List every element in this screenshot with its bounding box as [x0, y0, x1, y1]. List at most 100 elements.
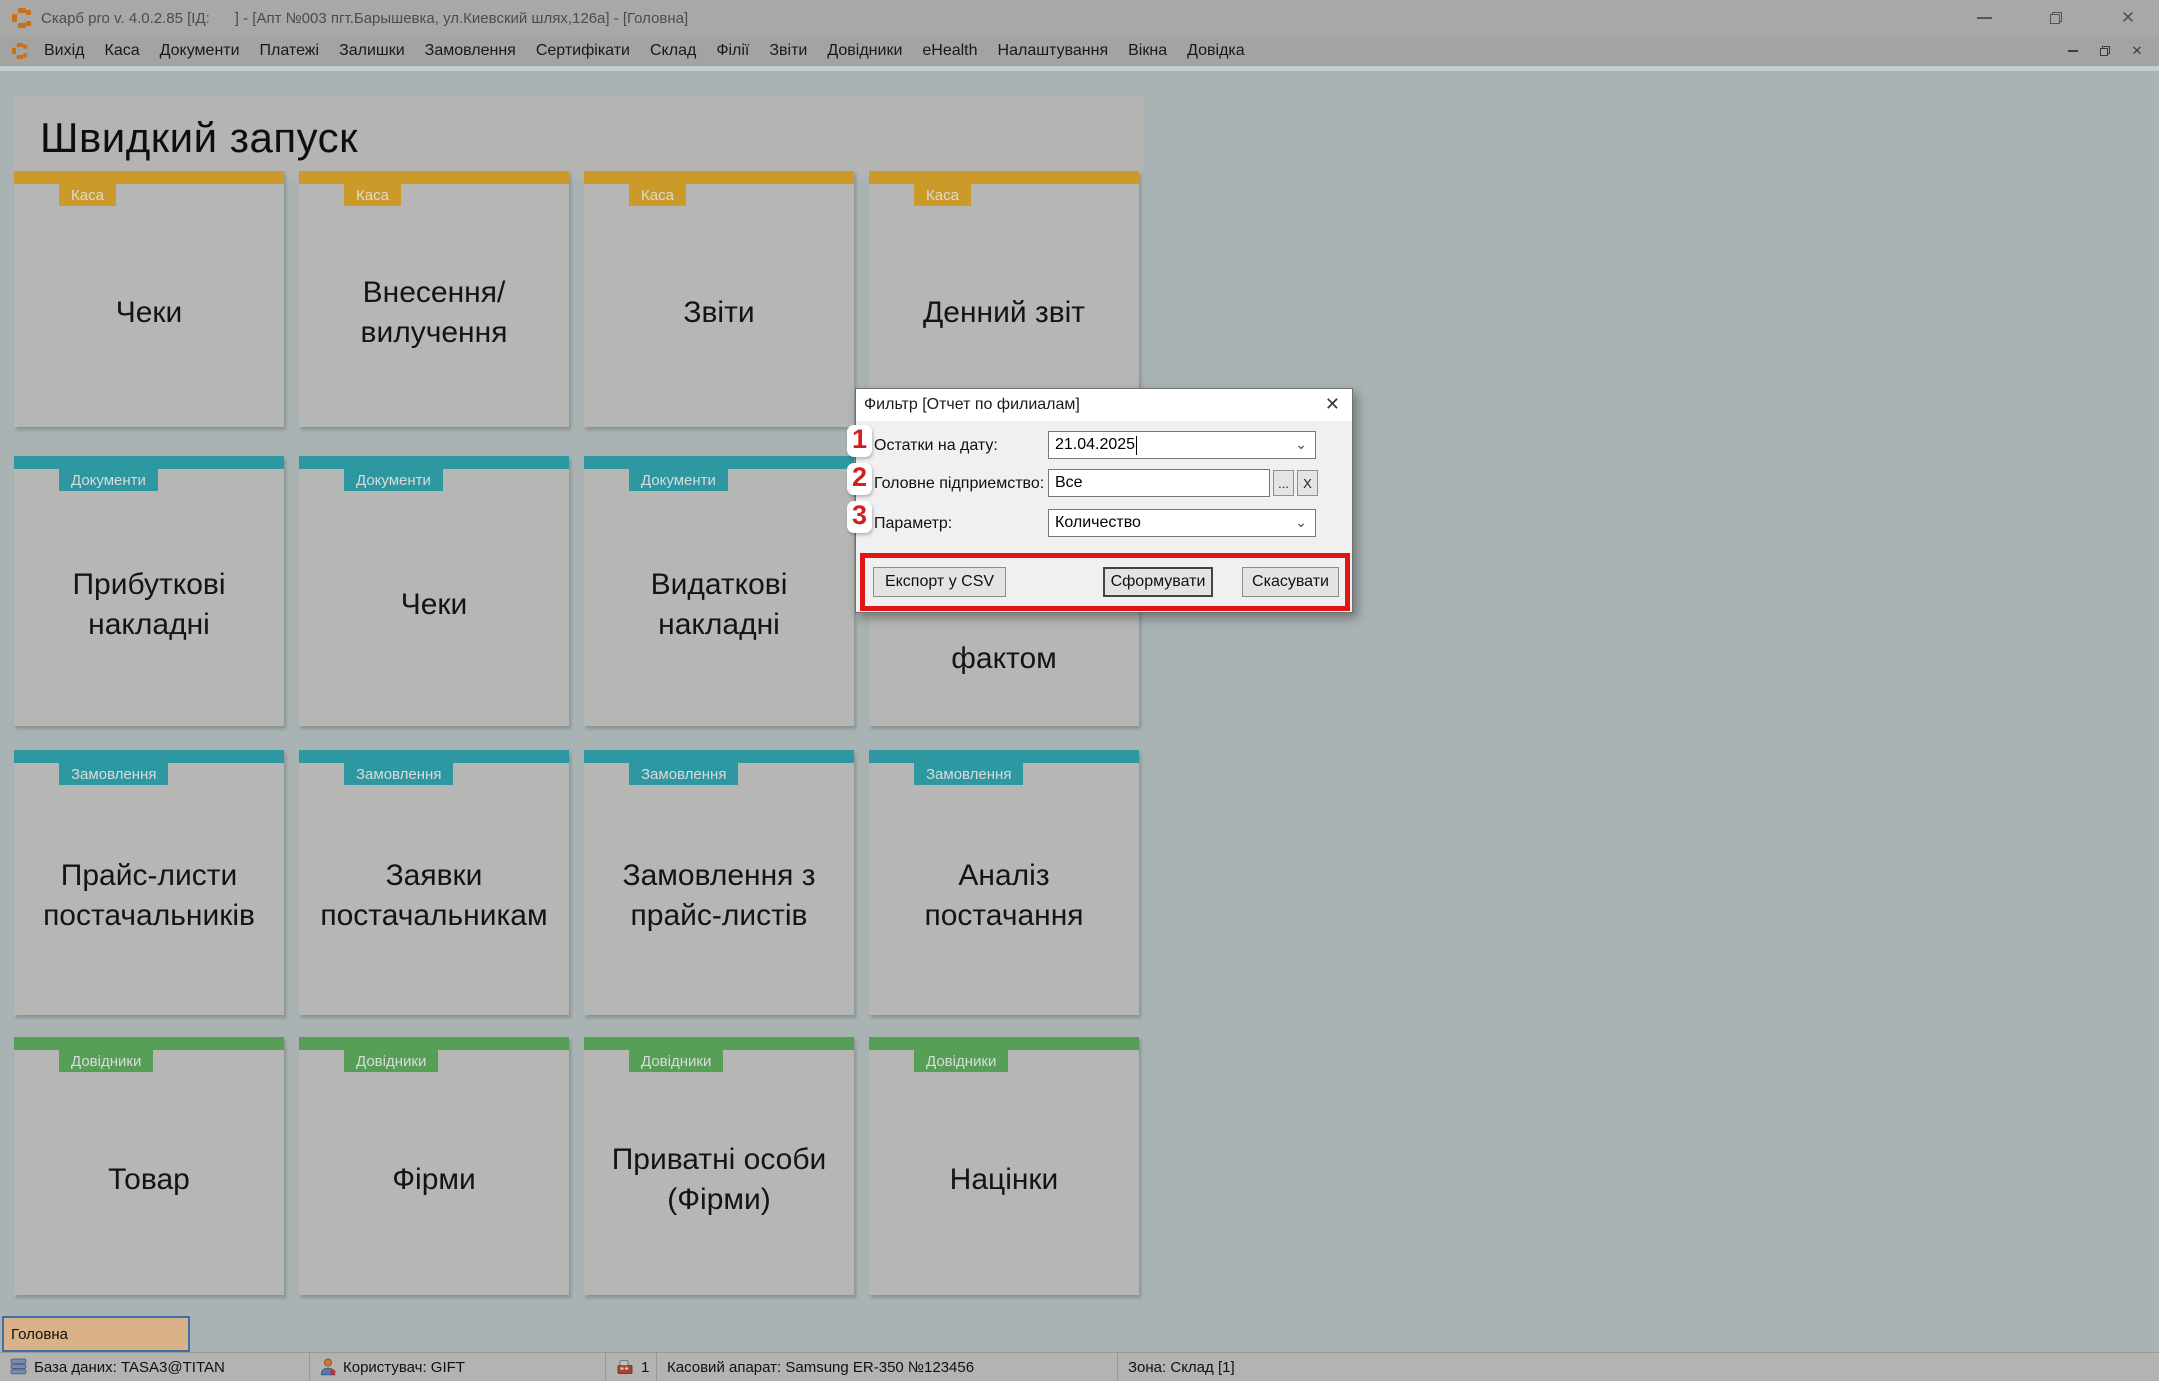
mdi-close-icon[interactable]: ✕	[2129, 43, 2145, 59]
page-title: Швидкий запуск	[40, 113, 359, 161]
status-zone: Зона: Склад [1]	[1118, 1353, 2159, 1381]
status-user: Користувач: GIFT	[310, 1353, 606, 1381]
menu-item-dovidka[interactable]: Довідка	[1177, 39, 1255, 63]
tile-label: Товар	[108, 1162, 190, 1196]
tile-category-tab: Замовлення	[914, 763, 1024, 785]
dialog-title-bar[interactable]: Фильтр [Отчет по филиалам] ✕	[856, 389, 1352, 421]
cash-register-icon	[617, 1360, 633, 1374]
tile-kasa-zvity[interactable]: Каса Звіти	[584, 171, 854, 427]
menu-item-nalashtuvannia[interactable]: Налаштування	[988, 39, 1119, 63]
tile-order-price-lists[interactable]: Замовлення Прайс-листи постачальників	[14, 750, 284, 1015]
tile-category-tab: Каса	[629, 184, 686, 206]
tile-category-bar	[14, 456, 284, 469]
annotation-number-3: 3	[847, 500, 873, 533]
title-bar: Скарб pro v. 4.0.2.85 [ІД: ] - [Апт №003…	[0, 0, 2159, 36]
menu-item-zvity[interactable]: Звіти	[759, 39, 817, 63]
tile-doc-cheky[interactable]: Документи Чеки	[299, 456, 569, 726]
menu-divider	[0, 66, 2159, 71]
tile-category-bar	[584, 456, 854, 469]
menu-item-vyhid[interactable]: Вихід	[34, 39, 95, 63]
tile-category-tab: Каса	[59, 184, 116, 206]
status-cash-device-text: Касовий апарат: Samsung ER-350 №123456	[667, 1358, 975, 1376]
tile-category-tab: Замовлення	[344, 763, 454, 785]
tile-order-analiz[interactable]: Замовлення Аналіз постачання	[869, 750, 1139, 1015]
tile-label: Націнки	[949, 1162, 1059, 1196]
tile-category-bar	[299, 456, 569, 469]
tile-category-bar	[869, 1037, 1139, 1050]
date-combobox[interactable]: 21.04.2025 ⌄	[1048, 431, 1316, 459]
mdi-restore-icon[interactable]	[2097, 43, 2113, 59]
status-register-count: 1	[606, 1353, 657, 1381]
tile-category-bar	[584, 171, 854, 184]
app-logo-icon-small	[12, 43, 28, 59]
parameter-value: Количество	[1055, 514, 1141, 531]
tile-category-tab: Замовлення	[59, 763, 169, 785]
tile-order-zaiavky[interactable]: Замовлення Заявки постачальникам	[299, 750, 569, 1015]
tile-ref-firmy[interactable]: Довідники Фірми	[299, 1037, 569, 1295]
filter-dialog: Фильтр [Отчет по филиалам] ✕ 1 Остатки н…	[847, 388, 1353, 613]
browse-button[interactable]: ...	[1273, 470, 1294, 496]
tile-kasa-cheky[interactable]: Каса Чеки	[14, 171, 284, 427]
export-csv-button[interactable]: Експорт у CSV	[873, 567, 1006, 597]
tile-label: Приватні особи (Фірми)	[611, 1142, 827, 1216]
tile-label: Чеки	[115, 295, 183, 329]
menu-item-kasa[interactable]: Каса	[95, 39, 150, 63]
status-bar: База даних: TASA3@TITAN Користувач: GIFT…	[0, 1352, 2159, 1381]
tile-category-tab: Документи	[59, 469, 158, 491]
parameter-combobox[interactable]: Количество ⌄	[1048, 509, 1316, 537]
tile-doc-vydatkovi[interactable]: Документи Видаткові накладні	[584, 456, 854, 726]
text-caret	[1136, 435, 1138, 455]
field-label-ostatky: Остатки на дату:	[874, 437, 998, 454]
quick-launch-panel: Швидкий запуск	[14, 97, 1143, 178]
chevron-down-icon[interactable]: ⌄	[1295, 436, 1307, 453]
tile-category-tab: Довідники	[344, 1050, 439, 1072]
enterprise-input[interactable]: Все	[1048, 469, 1270, 497]
menu-item-filii[interactable]: Філії	[706, 39, 759, 63]
menu-item-sklad[interactable]: Склад	[640, 39, 706, 63]
annotation-number-1: 1	[847, 424, 873, 457]
tile-doc-prybutkovi[interactable]: Документи Прибуткові накладні	[14, 456, 284, 726]
tile-category-bar	[299, 750, 569, 763]
status-database-text: База даних: TASA3@TITAN	[34, 1358, 225, 1376]
tile-category-bar	[584, 750, 854, 763]
status-database: База даних: TASA3@TITAN	[0, 1353, 310, 1381]
restore-icon[interactable]	[2043, 5, 2069, 31]
chevron-down-icon[interactable]: ⌄	[1295, 514, 1307, 531]
tile-ref-pryvatni-osoby[interactable]: Довідники Приватні особи (Фірми)	[584, 1037, 854, 1295]
menu-item-zalyshky[interactable]: Залишки	[329, 39, 415, 63]
menu-item-dokumenty[interactable]: Документи	[150, 39, 250, 63]
clear-button[interactable]: X	[1297, 470, 1318, 496]
tile-label: Заявки постачальникам	[320, 859, 548, 932]
tile-category-bar	[869, 750, 1139, 763]
minimize-icon[interactable]	[1971, 5, 1997, 31]
tile-ref-tovar[interactable]: Довідники Товар	[14, 1037, 284, 1295]
cancel-button[interactable]: Скасувати	[1242, 567, 1339, 597]
close-icon[interactable]: ✕	[2115, 5, 2141, 31]
tile-category-bar	[299, 171, 569, 184]
tile-category-tab: Замовлення	[629, 763, 739, 785]
menu-item-vikna[interactable]: Вікна	[1118, 39, 1177, 63]
tile-kasa-vnesennia[interactable]: Каса Внесення/вилучення	[299, 171, 569, 427]
date-value: 21.04.2025	[1055, 436, 1136, 453]
menu-item-platezhi[interactable]: Платежі	[250, 39, 330, 63]
tab-holovna[interactable]: Головна	[2, 1316, 190, 1352]
status-cash-device: Касовий апарат: Samsung ER-350 №123456	[657, 1353, 1118, 1381]
mdi-minimize-icon[interactable]	[2065, 43, 2081, 59]
menu-item-ehealth[interactable]: eHealth	[912, 39, 987, 63]
menu-item-zamovlennia[interactable]: Замовлення	[415, 39, 526, 63]
tile-category-tab: Довідники	[629, 1050, 724, 1072]
field-label-pidpryemstvo: Головне підприемство:	[874, 475, 1045, 492]
tile-category-bar	[14, 171, 284, 184]
app-window: { "window": { "title": "Скарб pro v. 4.0…	[0, 0, 2159, 1381]
tile-category-tab: Документи	[629, 469, 728, 491]
status-user-text: Користувач: GIFT	[343, 1358, 465, 1376]
menu-item-sertyfikaty[interactable]: Сертифікати	[526, 39, 640, 63]
menu-item-dovidnyky[interactable]: Довідники	[817, 39, 912, 63]
dialog-close-icon[interactable]: ✕	[1325, 394, 1340, 415]
annotation-number-2: 2	[847, 462, 873, 495]
tile-order-z-price-lists[interactable]: Замовлення Замовлення з прайс-листів	[584, 750, 854, 1015]
tile-ref-natsinky[interactable]: Довідники Націнки	[869, 1037, 1139, 1295]
menu-items: Вихід Каса Документи Платежі Залишки Зам…	[34, 39, 1255, 63]
generate-button[interactable]: Сформувати	[1103, 567, 1213, 597]
dialog-title: Фильтр [Отчет по филиалам]	[864, 396, 1080, 413]
